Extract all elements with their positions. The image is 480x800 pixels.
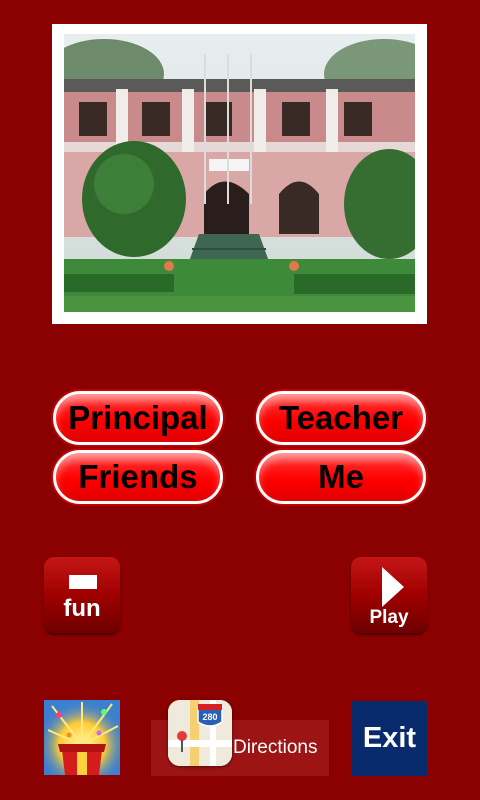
fun-button-label: fun [63, 595, 101, 622]
me-button-label: Me [318, 458, 364, 495]
me-button[interactable]: Me [256, 450, 426, 504]
play-button[interactable]: Play [351, 557, 427, 633]
fun-button[interactable]: fun [44, 557, 120, 633]
directions-button[interactable]: 280 Directions [151, 700, 329, 776]
gift-surprise-icon[interactable] [44, 700, 120, 775]
teacher-button-label: Teacher [278, 399, 404, 436]
principal-button-label: Principal [68, 399, 208, 436]
directions-label: Directions [233, 737, 318, 758]
highway-number: 280 [202, 712, 217, 722]
teacher-button[interactable]: Teacher [256, 391, 426, 445]
minus-icon [69, 575, 97, 589]
exit-button[interactable]: Exit [352, 701, 427, 776]
friends-button[interactable]: Friends [53, 450, 223, 504]
play-button-label: Play [369, 607, 409, 628]
school-photo-frame [52, 24, 427, 324]
school-building-image [64, 34, 415, 312]
friends-button-label: Friends [78, 458, 198, 495]
school-photo [64, 34, 415, 312]
principal-button[interactable]: Principal [53, 391, 223, 445]
play-triangle-icon [382, 567, 404, 607]
exit-label: Exit [362, 722, 417, 754]
maps-icon: 280 [168, 700, 232, 766]
